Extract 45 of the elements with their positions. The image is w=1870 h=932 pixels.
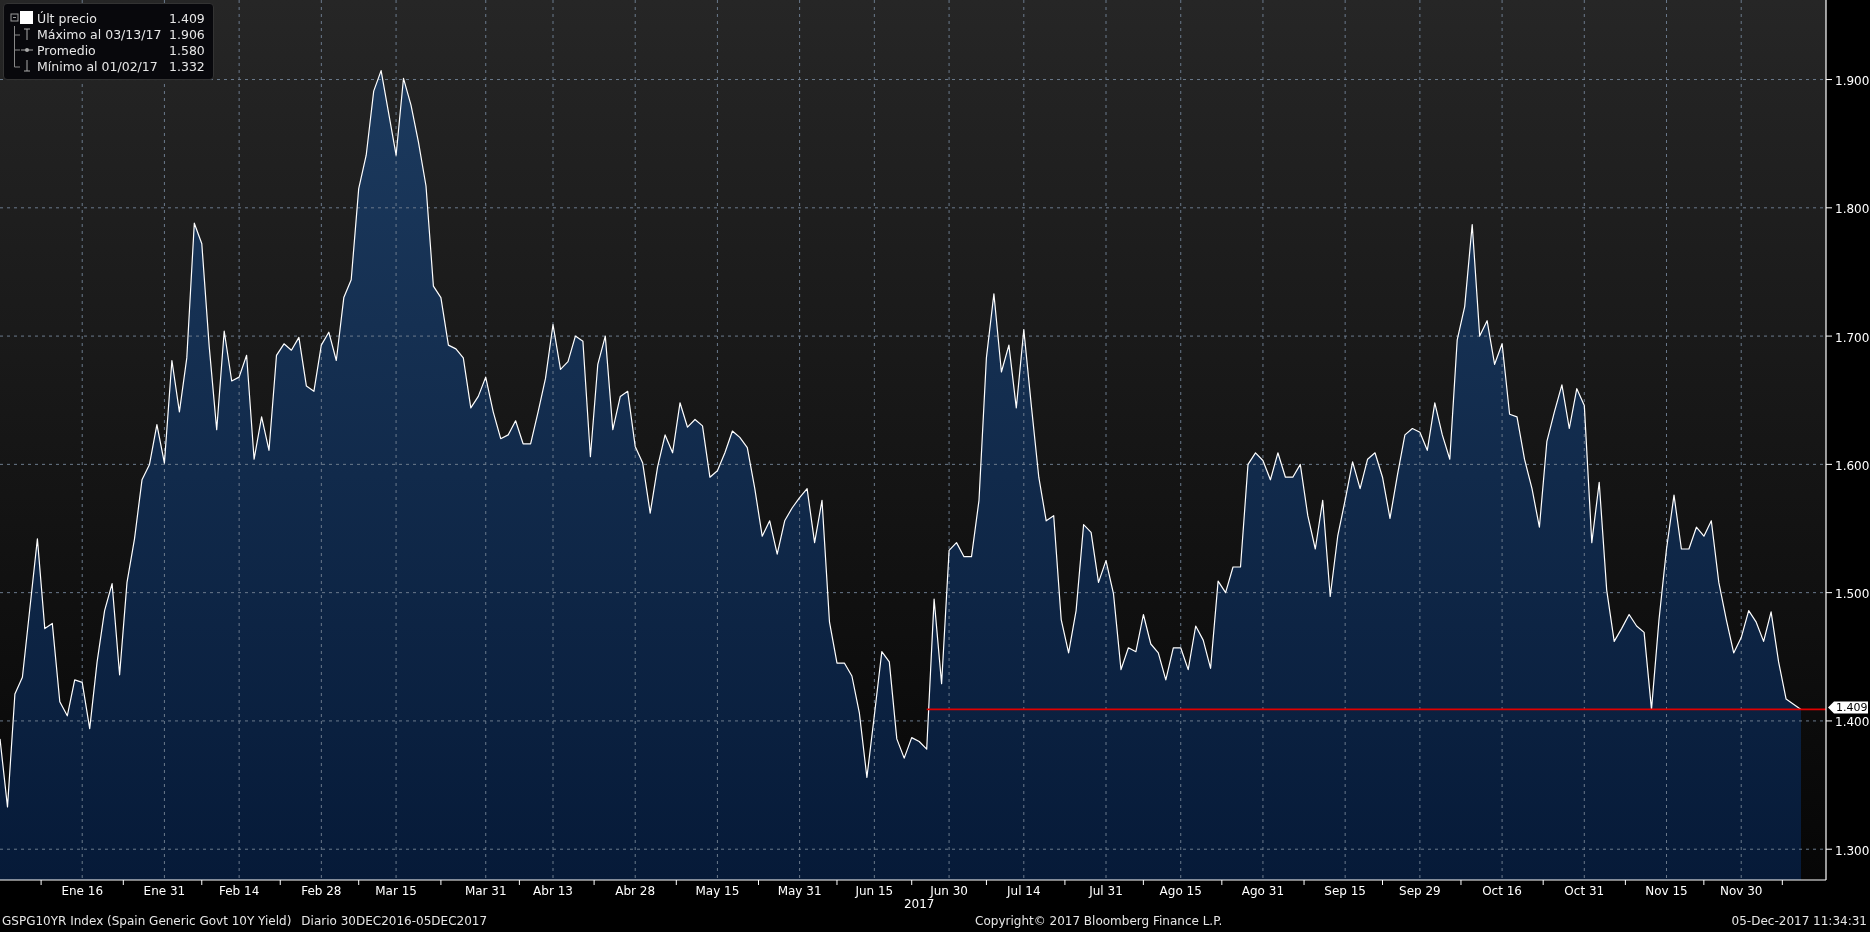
legend-label: Mínimo al 01/02/17 — [37, 58, 159, 74]
legend-value: 1.580 — [169, 42, 205, 58]
axis-label: Jun 30 — [930, 884, 968, 898]
axis-label: 1.400 — [1835, 715, 1870, 730]
axis-label: Jul 31 — [1089, 884, 1123, 898]
axis-label: Sep 29 — [1399, 884, 1441, 898]
axis-label: Ene 31 — [143, 884, 186, 898]
legend-label: Últ precio — [37, 10, 98, 26]
axis-label: May 15 — [695, 884, 740, 898]
axis-label: Ene 16 — [61, 884, 104, 898]
axis-label: 1.300 — [1835, 843, 1870, 858]
axis-label: 1.600 — [1835, 458, 1870, 473]
axis-label: Feb 14 — [218, 884, 260, 898]
axis-label: Jul 14 — [1007, 884, 1041, 898]
axis-label: Abr 28 — [615, 884, 656, 898]
axis-label: Mar 31 — [464, 884, 507, 898]
square-icon — [10, 10, 34, 26]
period-text: Diario 30DEC2016-05DEC2017 — [301, 914, 488, 928]
axis-label: 1.500 — [1835, 587, 1870, 602]
legend-value: 1.409 — [169, 10, 205, 26]
axis-label: 1.700 — [1835, 330, 1870, 345]
axis-label: 1.800 — [1835, 202, 1870, 217]
legend-value: 1.906 — [169, 26, 205, 42]
legend-label: Máximo al 03/13/17 — [37, 26, 163, 42]
timestamp-text: 05-Dec-2017 11:34:31 — [1731, 914, 1867, 928]
axis-label: Oct 31 — [1564, 884, 1605, 898]
axis-label: Nov 30 — [1719, 884, 1763, 898]
year-label: 2017 — [903, 897, 935, 910]
axis-label: 1.900 — [1835, 74, 1870, 89]
axis-label: Oct 16 — [1482, 884, 1522, 898]
axis-label: Nov 15 — [1645, 884, 1688, 898]
axis-label: May 31 — [777, 884, 822, 898]
axis-label: Feb 28 — [301, 884, 342, 898]
axis-label: Jun 15 — [855, 884, 894, 898]
axis-label: Ago 15 — [1159, 884, 1202, 898]
axis-label: Sep 15 — [1324, 884, 1366, 898]
ref-line-label: 1.409 — [1836, 701, 1868, 715]
price-tag: 1.409 — [1828, 701, 1868, 715]
series-title: GSPG10YR Index (Spain Generic Govt 10Y Yield) — [2, 914, 292, 928]
copyright-text: Copyright© 2017 Bloomberg Finance L.P. — [975, 914, 1223, 928]
axis-label: Abr 13 — [533, 884, 573, 898]
legend-value: 1.332 — [169, 58, 205, 74]
axis-label: Mar 15 — [375, 884, 417, 898]
axis-label: Ago 31 — [1241, 884, 1285, 898]
legend-label: Promedio — [37, 42, 97, 58]
